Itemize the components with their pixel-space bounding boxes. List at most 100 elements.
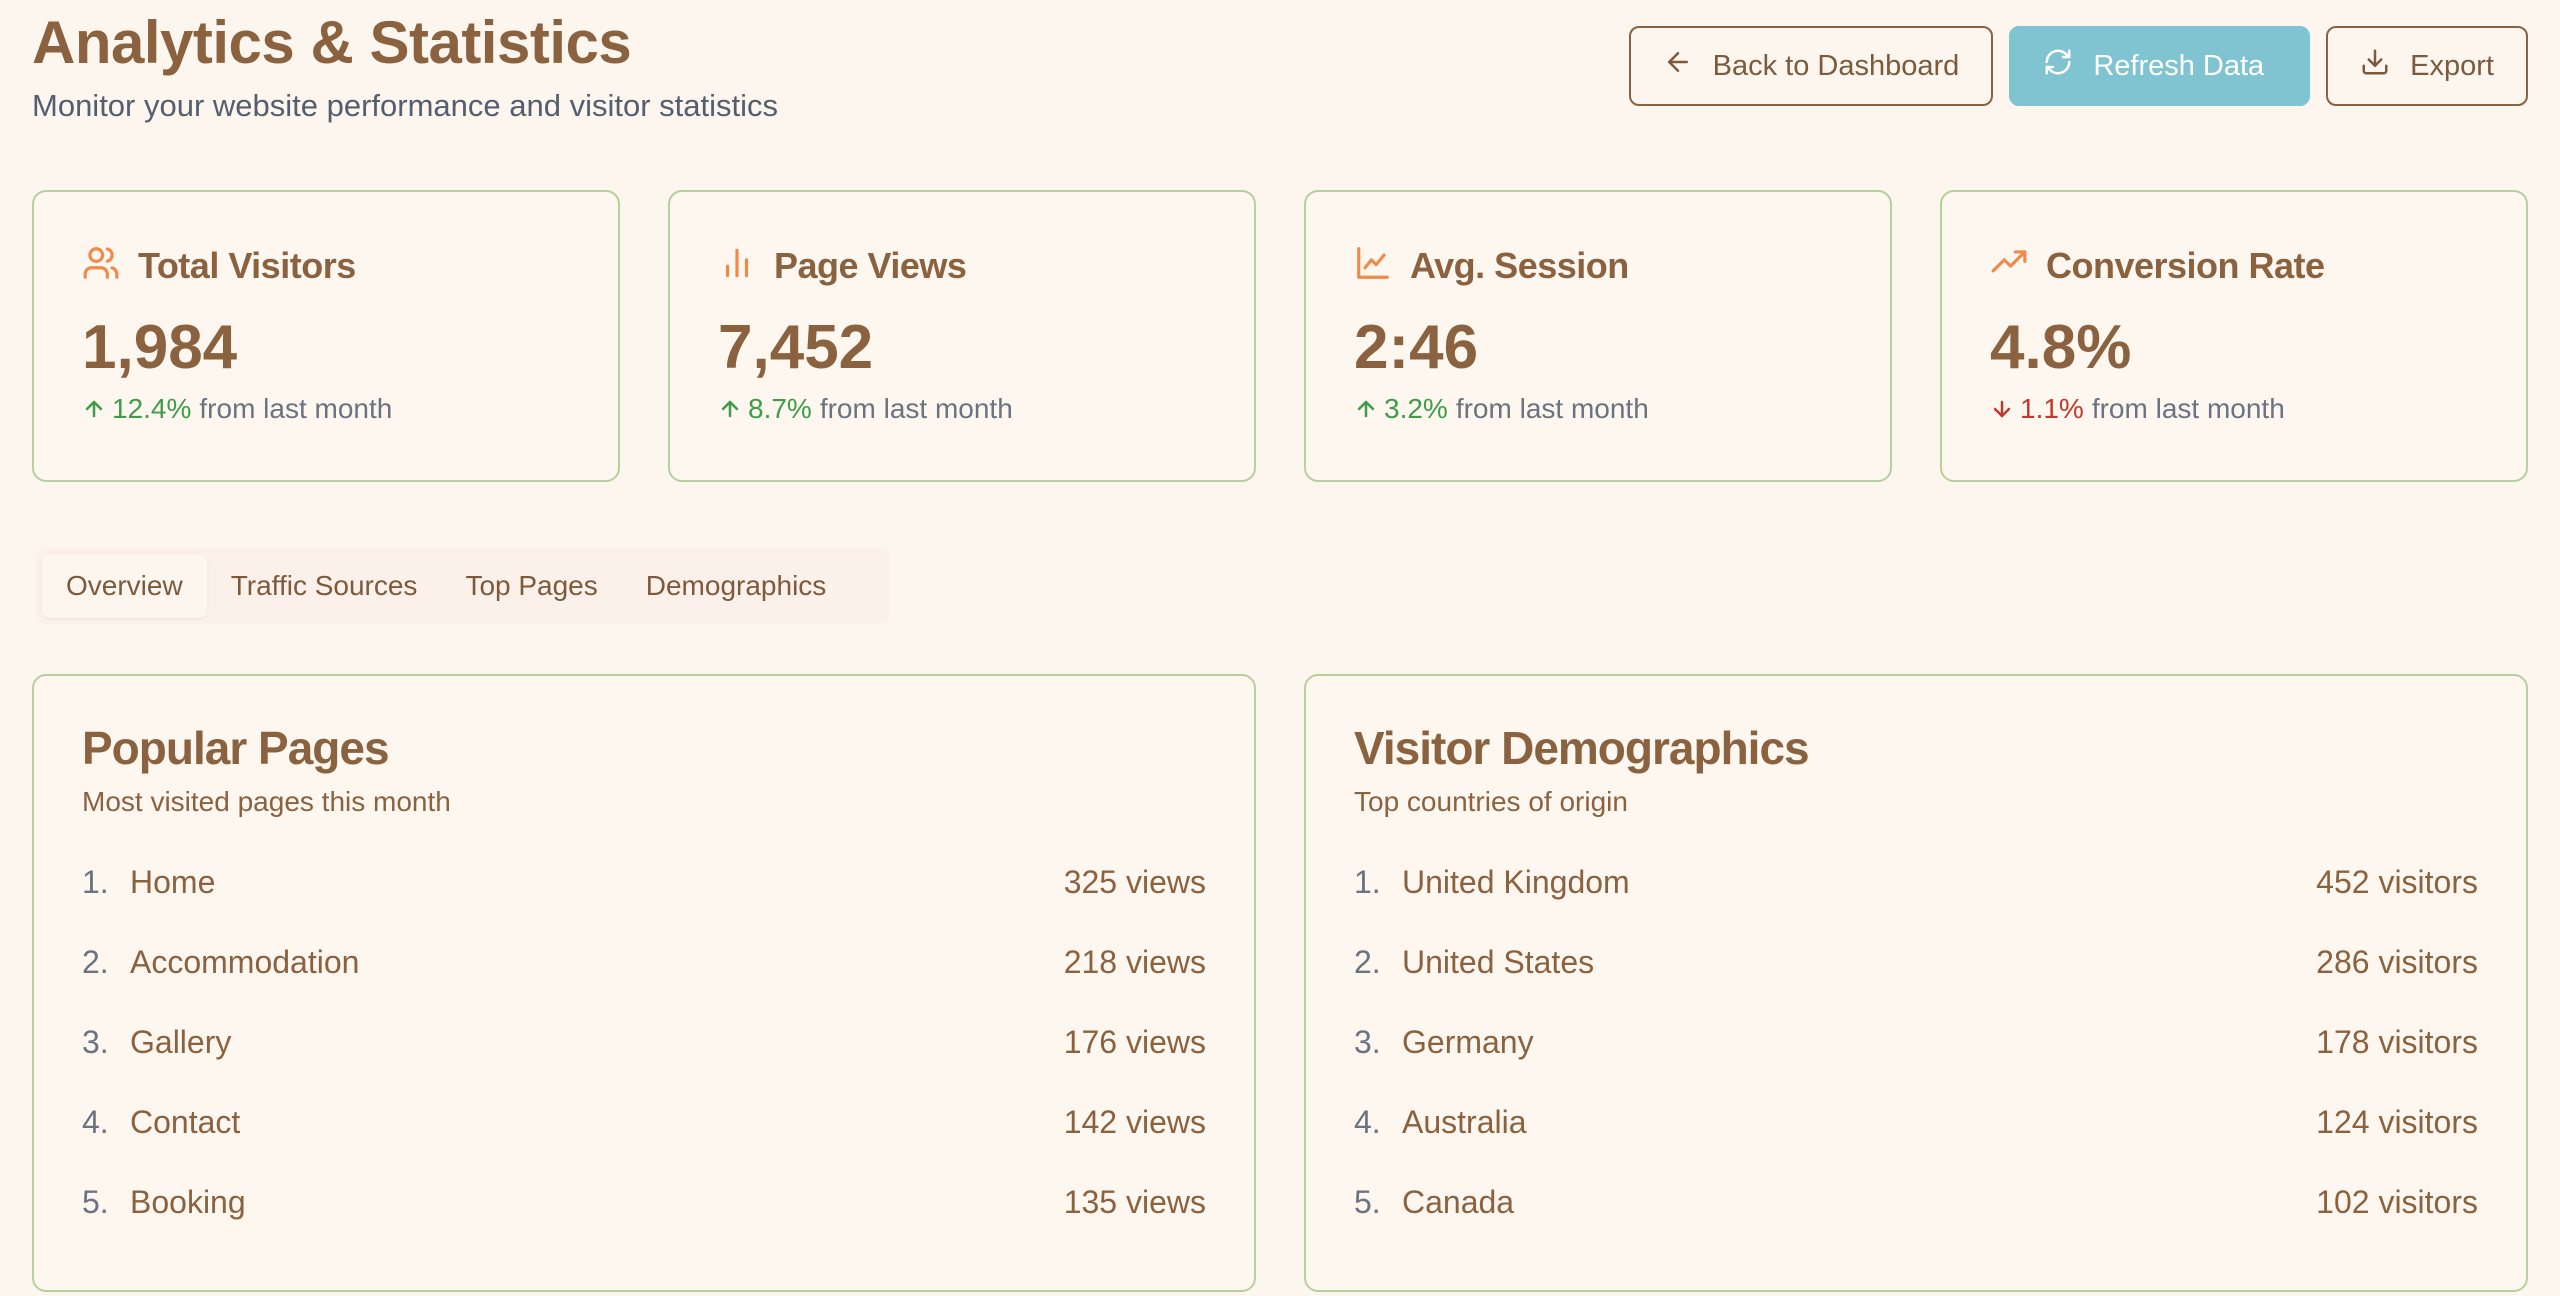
stat-cards: Total Visitors 1,984 12.4% from last mon… — [32, 190, 2528, 482]
page-views: 325 views — [1063, 863, 1206, 900]
page-views: 142 views — [1063, 1103, 1206, 1140]
page-views: 218 views — [1063, 943, 1206, 980]
back-button-label: Back to Dashboard — [1712, 49, 1960, 82]
stat-value: 2:46 — [1354, 313, 1479, 382]
rank-number: 2. — [82, 943, 109, 980]
arrow-up-icon — [721, 400, 739, 418]
stat-change: 12.4% from last month — [82, 393, 570, 425]
stat-delta: 1.1% — [1990, 393, 2084, 425]
rank-number: 3. — [1354, 1023, 1381, 1060]
visitor-demographics-panel: Visitor Demographics Top countries of or… — [1304, 674, 2528, 1292]
panel-title: Visitor Demographics — [1354, 722, 1810, 774]
tab-traffic-sources[interactable]: Traffic Sources — [207, 554, 442, 618]
stat-delta-suffix: from last month — [819, 393, 1013, 424]
stat-delta-value: 1.1% — [2020, 393, 2084, 424]
rank-number: 1. — [1354, 863, 1381, 900]
page-views: 176 views — [1063, 1023, 1206, 1060]
line-chart-icon — [1354, 244, 1392, 287]
panel-title: Popular Pages — [82, 722, 390, 774]
list-item: 2. Accommodation 218 views — [82, 922, 1206, 1002]
stat-card-page-views: Page Views 7,452 8.7% from last month — [668, 190, 1256, 482]
stat-value: 1,984 — [82, 313, 238, 382]
popular-pages-list: 1. Home 325 views 2. Accommodation 218 v… — [82, 842, 1206, 1242]
users-icon — [82, 244, 120, 287]
trending-up-icon — [1990, 244, 2028, 287]
panels: Popular Pages Most visited pages this mo… — [32, 674, 2528, 1292]
refresh-icon — [2043, 47, 2073, 85]
tab-overview[interactable]: Overview — [42, 554, 207, 618]
back-to-dashboard-button[interactable]: Back to Dashboard — [1628, 26, 1994, 106]
list-item: 5. Canada 102 visitors — [1354, 1162, 2478, 1242]
visitor-count: 102 visitors — [2316, 1183, 2478, 1220]
stat-label: Conversion Rate — [2046, 244, 2325, 286]
stat-change: 8.7% from last month — [718, 393, 1206, 425]
stat-label: Total Visitors — [138, 244, 356, 286]
stat-change: 1.1% from last month — [1990, 393, 2478, 425]
stat-label: Page Views — [774, 244, 967, 286]
country-name: Germany — [1402, 1023, 1534, 1060]
list-item: 5. Booking 135 views — [82, 1162, 1206, 1242]
stat-label: Avg. Session — [1410, 244, 1629, 286]
stat-delta-suffix: from last month — [199, 393, 393, 424]
stat-card-avg-session: Avg. Session 2:46 3.2% from last month — [1304, 190, 1892, 482]
page-title: Analytics & Statistics — [32, 9, 632, 76]
list-item: 1. United Kingdom 452 visitors — [1354, 842, 2478, 922]
panel-subtitle: Most visited pages this month — [82, 786, 451, 817]
list-item: 4. Contact 142 views — [82, 1082, 1206, 1162]
list-item: 1. Home 325 views — [82, 842, 1206, 922]
refresh-data-button[interactable]: Refresh Data — [2009, 26, 2311, 106]
page-views: 135 views — [1063, 1183, 1206, 1220]
page-name: Gallery — [130, 1023, 232, 1060]
rank-number: 3. — [82, 1023, 109, 1060]
page-name: Contact — [130, 1103, 241, 1140]
list-item: 2. United States 286 visitors — [1354, 922, 2478, 1002]
tab-top-pages[interactable]: Top Pages — [441, 554, 621, 618]
list-item: 3. Germany 178 visitors — [1354, 1002, 2478, 1082]
arrow-up-icon — [1357, 400, 1375, 418]
tab-demographics[interactable]: Demographics — [622, 554, 851, 618]
stat-delta-value: 8.7% — [748, 393, 812, 424]
arrow-down-icon — [1993, 400, 2011, 418]
stat-delta-value: 12.4% — [112, 393, 192, 424]
refresh-button-label: Refresh Data — [2093, 49, 2265, 82]
list-item: 4. Australia 124 visitors — [1354, 1082, 2478, 1162]
demographics-list: 1. United Kingdom 452 visitors 2. United… — [1354, 842, 2478, 1242]
page-name: Home — [130, 863, 216, 900]
rank-number: 4. — [82, 1103, 109, 1140]
header-actions: Back to Dashboard Refresh Data Export — [1628, 26, 2528, 106]
page-subtitle: Monitor your website performance and vis… — [32, 88, 779, 123]
page-header: Analytics & Statistics Monitor your webs… — [32, 8, 778, 124]
stat-delta-value: 3.2% — [1384, 393, 1448, 424]
rank-number: 5. — [1354, 1183, 1381, 1220]
visitor-count: 178 visitors — [2316, 1023, 2478, 1060]
rank-number: 2. — [1354, 943, 1381, 980]
download-icon — [2360, 47, 2390, 85]
panel-subtitle: Top countries of origin — [1354, 786, 1628, 817]
export-button-label: Export — [2410, 49, 2494, 82]
visitor-count: 124 visitors — [2316, 1103, 2478, 1140]
stat-card-total-visitors: Total Visitors 1,984 12.4% from last mon… — [32, 190, 620, 482]
country-name: Canada — [1402, 1183, 1515, 1220]
country-name: United Kingdom — [1402, 863, 1630, 900]
country-name: Australia — [1402, 1103, 1527, 1140]
bar-chart-icon — [718, 244, 756, 287]
page-name: Booking — [130, 1183, 246, 1220]
analytics-page: Analytics & Statistics Monitor your webs… — [0, 0, 2560, 1296]
export-button[interactable]: Export — [2326, 26, 2528, 106]
stat-value: 4.8% — [1990, 313, 2132, 382]
stat-change: 3.2% from last month — [1354, 393, 1842, 425]
visitor-count: 452 visitors — [2316, 863, 2478, 900]
stat-delta: 8.7% — [718, 393, 812, 425]
arrow-left-icon — [1663, 47, 1693, 85]
list-item: 3. Gallery 176 views — [82, 1002, 1206, 1082]
stat-delta-suffix: from last month — [1455, 393, 1649, 424]
arrow-up-icon — [85, 400, 103, 418]
tab-bar: Overview Traffic Sources Top Pages Demog… — [36, 548, 890, 624]
rank-number: 4. — [1354, 1103, 1381, 1140]
page-name: Accommodation — [130, 943, 360, 980]
stat-delta: 3.2% — [1354, 393, 1448, 425]
visitor-count: 286 visitors — [2316, 943, 2478, 980]
popular-pages-panel: Popular Pages Most visited pages this mo… — [32, 674, 1256, 1292]
country-name: United States — [1402, 943, 1595, 980]
stat-delta-suffix: from last month — [2091, 393, 2285, 424]
